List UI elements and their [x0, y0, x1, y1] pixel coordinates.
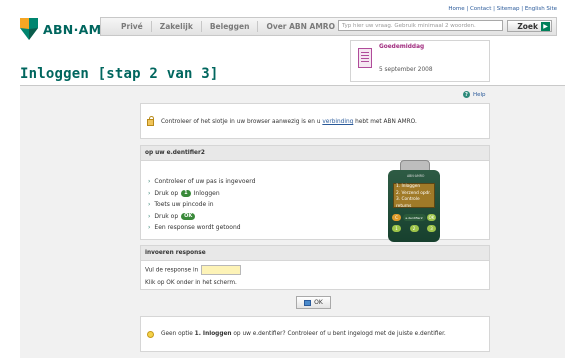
- ok-button-label: OK: [314, 299, 323, 306]
- step-text: Toets uw pincode in: [154, 201, 214, 208]
- device-body: ABN·AMRO 1. Inloggen 2. Verzend opdr. 3.…: [388, 170, 440, 242]
- shield-logo-icon: [20, 18, 38, 40]
- response-label: Vul de response in: [145, 267, 199, 274]
- list-item: › Een response wordt getoond: [148, 222, 255, 234]
- help-icon: ?: [463, 91, 470, 98]
- device-key: 2: [409, 225, 419, 232]
- calendar-icon: [358, 48, 372, 68]
- list-item: › Druk op OK: [148, 211, 255, 223]
- page-title: Inloggen [stap 2 van 3]: [20, 66, 219, 82]
- device-key: 3: [427, 225, 436, 232]
- greeting-title: Goedemiddag: [379, 44, 425, 50]
- arrow-right-icon: ▶: [541, 21, 550, 31]
- security-note-text: Controleer of het slotje in uw browser a…: [161, 119, 323, 125]
- step-text: Controleer of uw pas is ingevoerd: [154, 178, 256, 185]
- tip-text: Geen optie 1. Inloggen op uw e.dentifier…: [161, 331, 446, 337]
- device-brand: ABN·AMRO: [407, 174, 425, 178]
- nav-prive[interactable]: Privé: [101, 21, 152, 32]
- ok-icon: [304, 299, 312, 306]
- device-key-row: C e.dentifier2 OK: [392, 214, 436, 221]
- list-item: › Controleer of uw pas is ingevoerd: [148, 176, 255, 188]
- edentifier-box: op uw e.dentifier2 › Controleer of uw pas…: [140, 145, 490, 242]
- lock-icon: [147, 116, 154, 126]
- help-label: Help: [473, 91, 486, 98]
- device-screen: 1. Inloggen 2. Verzend opdr. 3. Controle…: [393, 183, 435, 209]
- step-list: › Controleer of uw pas is ingevoerd › Druk…: [148, 176, 255, 234]
- key-ok-badge: OK: [181, 212, 196, 220]
- screen-line: 3. Controle returns: [396, 197, 420, 209]
- device-key: OK: [427, 214, 436, 221]
- search-button-label: Zoek: [517, 21, 538, 31]
- device-key: 1: [392, 225, 401, 232]
- security-note-text-end: hebt met ABN AMRO.: [353, 119, 417, 125]
- help-link[interactable]: ? Help: [463, 91, 486, 98]
- tip-box: Geen optie 1. Inloggen op uw e.dentifier…: [140, 316, 490, 352]
- device-key-row: 1 2 3: [392, 225, 436, 232]
- list-item: › Toets uw pincode in: [148, 199, 255, 211]
- ok-button[interactable]: OK: [296, 296, 331, 309]
- response-instruction: Klik op OK onder in het scherm.: [145, 280, 237, 286]
- lightbulb-icon: [147, 331, 154, 338]
- greeting-box: Goedemiddag 5 september 2008: [350, 40, 490, 82]
- edentifier-device-image: ABN·AMRO 1. Inloggen 2. Verzend opdr. 3.…: [388, 160, 440, 242]
- step-text: Druk op: [154, 189, 179, 197]
- edentifier-heading: op uw e.dentifier2: [141, 146, 489, 161]
- greeting-date: 5 september 2008: [379, 67, 433, 73]
- tip-text-end: op uw e.dentifier? Controleer of u bent …: [231, 331, 446, 337]
- step-text: Inloggen: [193, 189, 220, 197]
- security-note: Controleer of het slotje in uw browser a…: [161, 119, 417, 125]
- response-box: invoeren response Vul de response in Kli…: [140, 245, 490, 290]
- top-links[interactable]: Home | Contact | Sitemap | English Site: [448, 6, 557, 12]
- response-row: Vul de response in: [145, 265, 242, 275]
- response-heading: invoeren response: [141, 246, 489, 261]
- device-label: e.dentifier2: [402, 214, 426, 221]
- security-note-box: Controleer of het slotje in uw browser a…: [140, 103, 490, 139]
- tip-text-start: Geen optie: [161, 331, 195, 337]
- verbinding-link[interactable]: verbinding: [322, 119, 353, 125]
- search-button[interactable]: Zoek ▶: [507, 20, 552, 32]
- step-text: Een response wordt getoond: [154, 224, 241, 231]
- list-item: › Druk op 1 Inloggen: [148, 188, 255, 200]
- step-text: Druk op: [154, 212, 179, 220]
- nav-over-abn-amro[interactable]: Over ABN AMRO: [258, 21, 343, 32]
- tip-option: 1. Inloggen: [194, 331, 232, 337]
- nav-beleggen[interactable]: Beleggen: [202, 21, 259, 32]
- search-input[interactable]: Typ hier uw vraag. Gebruik minimaal 2 wo…: [338, 20, 503, 31]
- nav-zakelijk[interactable]: Zakelijk: [152, 21, 202, 32]
- response-input[interactable]: [201, 265, 242, 275]
- key-1-badge: 1: [181, 189, 191, 197]
- device-key: C: [392, 214, 401, 221]
- main-nav: Privé Zakelijk Beleggen Over ABN AMRO Ty…: [100, 17, 557, 36]
